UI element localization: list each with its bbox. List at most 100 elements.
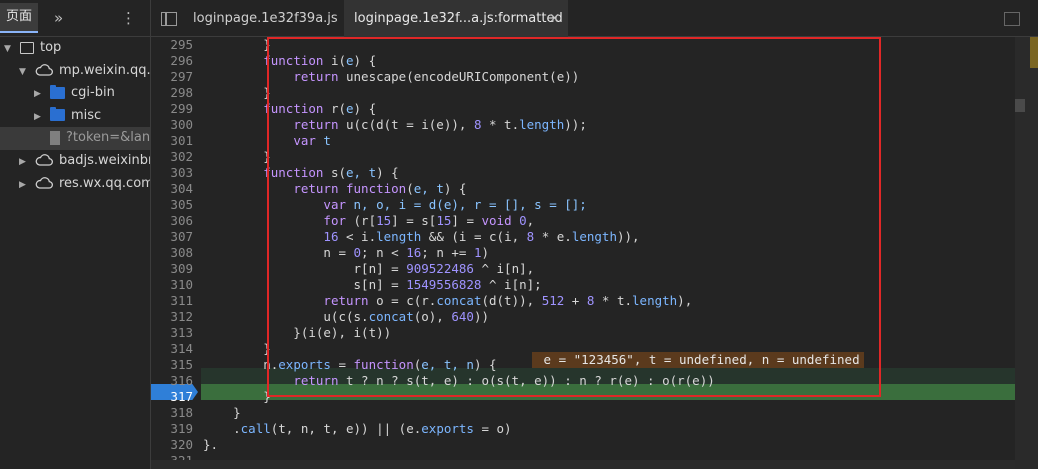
code-text: return u(c(d(t = i(e)), 8 * t.length)); [293, 117, 587, 132]
line-number[interactable]: 306 [151, 213, 193, 229]
code-line[interactable]: 318 } [151, 405, 1015, 421]
code-line[interactable]: 297 return unescape(encodeURIComponent(e… [151, 69, 1015, 85]
line-number[interactable]: 314 [151, 341, 193, 357]
code-text: r[n] = 909522486 ^ i[n], [203, 261, 535, 276]
code-line[interactable]: 313 }(i(e), i(t)) [151, 325, 1015, 341]
line-number[interactable]: 298 [151, 85, 193, 101]
tree-item[interactable]: ▶ badjs.weixinbridge [0, 150, 150, 173]
tree-item[interactable]: ▼ top [0, 37, 150, 60]
tree-item-label: top [40, 40, 62, 55]
horizontal-scrollbar[interactable] [151, 460, 1015, 469]
code-line[interactable]: 317 } [151, 389, 1015, 405]
code-text: return t ? n ? s(t, e) : o(s(t, e)) : n … [293, 373, 715, 388]
toggle-debugger-icon[interactable] [1004, 12, 1020, 26]
tree-item[interactable]: ▼ mp.weixin.qq.com [0, 60, 150, 83]
line-number[interactable]: 320 [151, 437, 193, 453]
collapsed-arrow-icon[interactable]: ▶ [34, 83, 44, 105]
code-text: } [203, 149, 271, 164]
code-text: }(i(e), i(t)) [203, 325, 392, 340]
line-number[interactable]: 295 [151, 37, 193, 53]
code-text: return function(e, t) { [293, 181, 467, 196]
code-text: for (r[15] = s[15] = void 0, [323, 213, 535, 228]
collapsed-arrow-icon[interactable]: ▶ [19, 151, 29, 173]
inline-variable-values: e = "123456", t = undefined, n = undefin… [532, 352, 864, 368]
collapsed-arrow-icon[interactable]: ▶ [34, 106, 44, 128]
code-line[interactable]: 308 n = 0; n < 16; n += 1) [151, 245, 1015, 261]
cloud-icon [35, 177, 53, 189]
line-number[interactable]: 297 [151, 69, 193, 85]
code-editor[interactable]: 295 } 296 function i(e) {297 return unesc… [151, 37, 1015, 469]
tab-page[interactable]: 页面 [0, 3, 39, 33]
vertical-scrollbar[interactable] [1015, 37, 1038, 469]
line-number[interactable]: 310 [151, 277, 193, 293]
line-number[interactable]: 301 [151, 133, 193, 149]
scroll-thumb[interactable] [1015, 99, 1025, 112]
line-number[interactable]: 316 [151, 373, 193, 389]
code-line[interactable]: 299 function r(e) { [151, 101, 1015, 117]
toggle-navigator-icon[interactable] [161, 12, 177, 26]
code-line[interactable]: 300 return u(c(d(t = i(e)), 8 * t.length… [151, 117, 1015, 133]
line-number[interactable]: 319 [151, 421, 193, 437]
code-line[interactable]: 311 return o = c(r.concat(d(t)), 512 + 8… [151, 293, 1015, 309]
code-line[interactable]: 307 16 < i.length && (i = c(i, 8 * e.len… [151, 229, 1015, 245]
expanded-arrow-icon[interactable]: ▼ [19, 61, 29, 83]
tree-item[interactable]: ▶ cgi-bin [0, 82, 150, 105]
line-number[interactable]: 305 [151, 197, 193, 213]
code-line[interactable]: 295 } [151, 37, 1015, 53]
code-line[interactable]: 301 var t [151, 133, 1015, 149]
line-number[interactable]: 309 [151, 261, 193, 277]
line-number[interactable]: 312 [151, 309, 193, 325]
tree-item-label: ?token=&lang [66, 130, 151, 146]
code-text: } [203, 341, 271, 356]
code-line[interactable]: 312 u(c(s.concat(o), 640)) [151, 309, 1015, 325]
code-line[interactable]: 304 return function(e, t) { [151, 181, 1015, 197]
code-line[interactable]: 319 .call(t, n, t, e)) || (e.exports = o… [151, 421, 1015, 437]
tab-loginpage-formatted[interactable]: loginpage.1e32f...a.js:formatted × [344, 0, 568, 38]
code-line[interactable]: 298 } [151, 85, 1015, 101]
tree-item[interactable]: ?token=&lang [0, 127, 150, 150]
tree-item-label: res.wx.qq.com [59, 175, 151, 191]
line-number[interactable]: 300 [151, 117, 193, 133]
code-line[interactable]: 310 s[n] = 1549556828 ^ i[n]; [151, 277, 1015, 293]
line-number[interactable]: 299 [151, 101, 193, 117]
line-number[interactable]: 296 [151, 53, 193, 69]
code-text: } [203, 389, 271, 404]
file-icon [50, 130, 60, 145]
code-line[interactable]: 309 r[n] = 909522486 ^ i[n], [151, 261, 1015, 277]
code-text: function i(e) { [263, 53, 377, 68]
tree-item[interactable]: ▶ misc [0, 105, 150, 128]
tree-item-label: cgi-bin [71, 85, 115, 101]
cloud-icon [35, 64, 53, 76]
line-number[interactable]: 315 [151, 357, 193, 373]
sources-navigator: 页面 » ⋮ ▼ top ▼ mp.weixin.qq.com ▶ cgi-bin ▶ mis… [0, 0, 151, 469]
collapsed-arrow-icon[interactable]: ▶ [19, 174, 29, 196]
code-line[interactable]: 303 function s(e, t) { [151, 165, 1015, 181]
line-number[interactable]: 318 [151, 405, 193, 421]
code-line[interactable]: 306 for (r[15] = s[15] = void 0, [151, 213, 1015, 229]
code-text: }. [203, 437, 219, 452]
code-line[interactable]: 305 var n, o, i = d(e), r = [], s = []; [151, 197, 1015, 213]
folder-icon [50, 84, 65, 99]
close-tab-icon[interactable]: × [549, 0, 560, 38]
code-line[interactable]: 316 return t ? n ? s(t, e) : o(s(t, e)) … [151, 373, 1015, 389]
code-line[interactable]: 302 } [151, 149, 1015, 165]
line-number[interactable]: 313 [151, 325, 193, 341]
editor-tabbar: loginpage.1e32f39a.js loginpage.1e32f...… [151, 0, 1038, 38]
line-number[interactable]: 308 [151, 245, 193, 261]
line-number[interactable]: 302 [151, 149, 193, 165]
code-line[interactable]: 296 function i(e) { [151, 53, 1015, 69]
code-text: 16 < i.length && (i = c(i, 8 * e.length)… [323, 229, 640, 244]
kebab-menu-icon[interactable]: ⋮ [121, 10, 136, 26]
code-text: n.exports = function(e, t, n) { [203, 357, 497, 372]
line-number[interactable]: 303 [151, 165, 193, 181]
line-number[interactable]: 304 [151, 181, 193, 197]
line-number[interactable]: 307 [151, 229, 193, 245]
line-number[interactable]: 317 [151, 389, 193, 405]
more-tabs-icon[interactable]: » [54, 9, 63, 27]
folder-icon [50, 107, 65, 122]
expanded-arrow-icon[interactable]: ▼ [4, 38, 14, 60]
code-line[interactable]: 320}. [151, 437, 1015, 453]
line-number[interactable]: 311 [151, 293, 193, 309]
search-hit-marker [1030, 37, 1038, 68]
tree-item[interactable]: ▶ res.wx.qq.com [0, 173, 150, 196]
